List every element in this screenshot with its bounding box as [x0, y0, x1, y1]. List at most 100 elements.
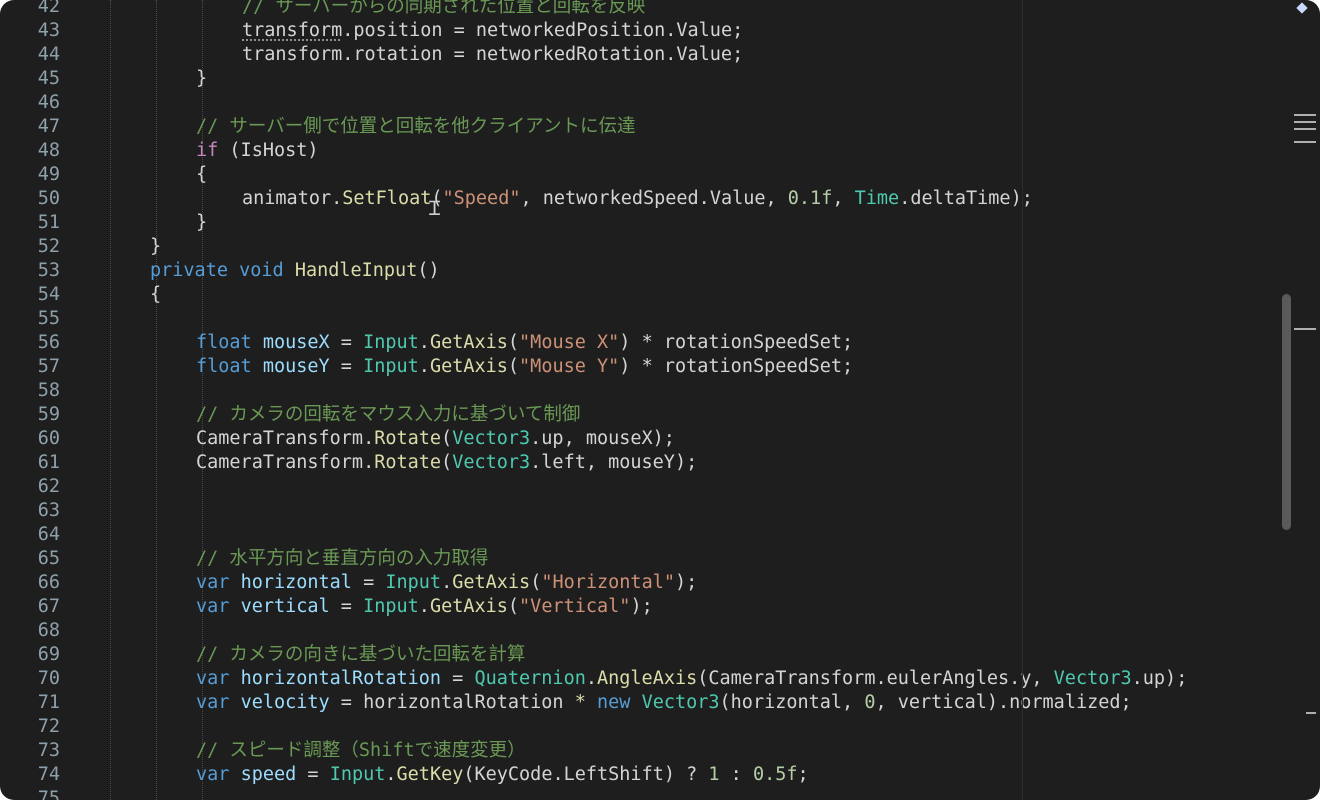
code-token: 0.1f: [787, 188, 833, 209]
code-token: "Vertical": [519, 596, 631, 617]
code-token: (): [417, 260, 440, 281]
minimap-mark: [1306, 712, 1316, 714]
code-token: );: [630, 596, 653, 617]
code-token: (horizontal,: [719, 692, 865, 713]
code-token: .: [441, 572, 453, 593]
code-line[interactable]: // サーバー側で位置と回転を他クライアントに伝達: [196, 115, 636, 139]
code-token: =: [296, 764, 330, 785]
code-token: mouseY: [262, 356, 330, 377]
code-line[interactable]: var horizontalRotation = Quaternion.Angl…: [196, 667, 1187, 691]
vertical-scrollbar-thumb[interactable]: [1282, 294, 1291, 530]
line-number: 62: [37, 476, 60, 497]
code-token: GetKey: [396, 764, 464, 785]
code-line[interactable]: var speed = Input.GetKey(KeyCode.LeftShi…: [196, 763, 809, 787]
code-token: (: [507, 596, 520, 617]
line-number: 54: [37, 284, 60, 305]
line-number: 69: [37, 644, 60, 665]
code-token: var: [196, 692, 230, 713]
code-token: {: [196, 164, 208, 185]
code-token: (: [507, 356, 520, 377]
code-token: var: [196, 572, 230, 593]
code-token: Vector3: [452, 428, 531, 449]
code-editor-area[interactable]: // サーバーからの同期された位置と回転を反映 transform.positio…: [100, 0, 1280, 800]
code-line[interactable]: var velocity = horizontalRotation * new …: [196, 691, 1132, 715]
code-token: "Speed": [442, 188, 521, 209]
line-number: 53: [37, 260, 60, 281]
code-line[interactable]: float mouseX = Input.GetAxis("Mouse X") …: [196, 331, 853, 355]
code-line[interactable]: }: [150, 235, 161, 259]
code-line[interactable]: var horizontal = Input.GetAxis("Horizont…: [196, 571, 697, 595]
code-token: , vertical).normalized;: [875, 692, 1132, 713]
code-line[interactable]: }: [196, 211, 207, 235]
code-token: GetAxis: [452, 572, 531, 593]
code-token: "Mouse X": [519, 332, 620, 353]
code-token: .: [585, 668, 597, 689]
code-token: "Horizontal": [541, 572, 675, 593]
code-token: Input: [363, 356, 419, 377]
code-line[interactable]: // 水平方向と垂直方向の入力取得: [196, 547, 488, 571]
line-number: 45: [37, 68, 60, 89]
line-number: 43: [37, 20, 60, 41]
code-token: horizontalRotation: [240, 668, 442, 689]
code-line[interactable]: animator.SetFloat("Speed", networkedSpee…: [242, 187, 1033, 211]
minimap-mark: [1294, 141, 1316, 143]
code-token: ,: [832, 188, 855, 209]
line-number-gutter: 42 43 44 45 46 47 48 49 50 51 52 53 54 55 56 57 58 59 60 61…: [0, 0, 90, 800]
code-line[interactable]: {: [150, 283, 161, 307]
line-number: 73: [37, 740, 60, 761]
code-token: vertical: [240, 596, 330, 617]
code-token: var: [196, 764, 230, 785]
line-number: 74: [37, 764, 60, 785]
code-line[interactable]: transform.position = networkedPosition.V…: [242, 19, 743, 43]
code-line[interactable]: // カメラの向きに基づいた回転を計算: [196, 643, 525, 667]
line-number: 67: [37, 596, 60, 617]
code-line[interactable]: // サーバーからの同期された位置と回転を反映: [242, 0, 645, 19]
line-number: 55: [37, 308, 60, 329]
code-line[interactable]: if (IsHost): [196, 139, 319, 163]
code-token: void: [239, 260, 284, 281]
code-token: (: [507, 332, 520, 353]
line-number: 52: [37, 236, 60, 257]
code-line[interactable]: var vertical = Input.GetAxis("Vertical")…: [196, 595, 653, 619]
code-token: (: [530, 572, 542, 593]
code-line[interactable]: transform.rotation = networkedRotation.V…: [242, 43, 743, 67]
line-number: 47: [37, 116, 60, 137]
code-line[interactable]: {: [196, 163, 207, 187]
minimap-mark: [1294, 114, 1316, 116]
code-token: float: [196, 356, 252, 377]
code-token: .: [418, 596, 430, 617]
indent-guide: [156, 0, 157, 800]
code-token: Input: [363, 596, 419, 617]
code-token: HandleInput: [294, 260, 418, 281]
minimap-mark: [1294, 128, 1316, 130]
code-editor-window: 42 43 44 45 46 47 48 49 50 51 52 53 54 55 56 57 58 59 60 61…: [0, 0, 1320, 800]
code-line[interactable]: CameraTransform.Rotate(Vector3.up, mouse…: [196, 427, 675, 451]
code-token: =: [329, 356, 364, 377]
code-token: var: [196, 596, 230, 617]
code-token: GetAxis: [429, 596, 508, 617]
code-token: {: [150, 284, 162, 305]
code-line[interactable]: // スピード調整（Shiftで速度変更）: [196, 739, 526, 763]
code-line[interactable]: }: [196, 67, 207, 91]
code-token: var: [196, 668, 230, 689]
column-ruler: [1022, 0, 1023, 800]
code-token: GetAxis: [429, 356, 508, 377]
line-number: 75: [37, 788, 60, 800]
code-token: Vector3: [641, 692, 720, 713]
line-number: 51: [37, 212, 60, 233]
line-number: 56: [37, 332, 60, 353]
code-line[interactable]: // カメラの回転をマウス入力に基づいて制御: [196, 403, 580, 427]
line-number: 42: [37, 0, 60, 17]
code-token: Vector3: [452, 452, 531, 473]
code-token: 1: [708, 764, 720, 785]
code-line[interactable]: float mouseY = Input.GetAxis("Mouse Y") …: [196, 355, 853, 379]
code-token: .up);: [1131, 668, 1188, 689]
code-line[interactable]: CameraTransform.Rotate(Vector3.left, mou…: [196, 451, 697, 475]
line-number: 46: [37, 92, 60, 113]
code-token: animator.: [242, 188, 343, 209]
code-line[interactable]: private void HandleInput(): [150, 259, 440, 283]
